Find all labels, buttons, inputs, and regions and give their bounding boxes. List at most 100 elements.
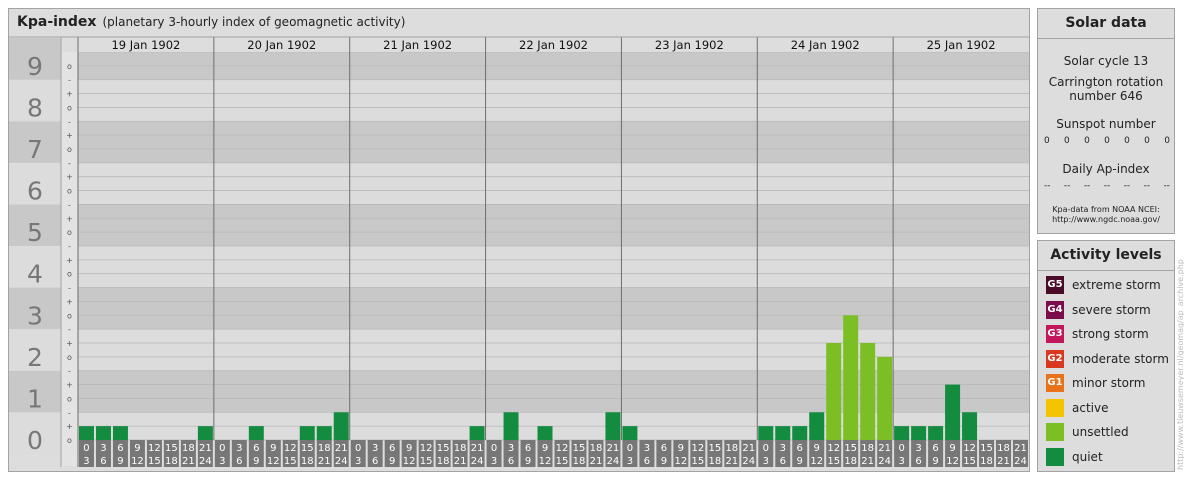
activity-level-label: unsettled: [1072, 425, 1129, 439]
hour-end-label: 21: [861, 456, 874, 467]
activity-level-row: G2 moderate storm: [1046, 349, 1169, 368]
level-band: [78, 121, 1029, 163]
hour-end-label: 18: [844, 456, 857, 467]
minor-tick-label: -: [68, 367, 71, 376]
minor-tick-label: +: [66, 297, 73, 306]
hour-start-label: 9: [542, 443, 548, 454]
hour-end-label: 12: [267, 456, 280, 467]
y-tick-label: 7: [27, 135, 43, 164]
sunspot-value: 0: [1124, 136, 1130, 146]
hour-start-label: 18: [997, 443, 1010, 454]
y-tick-label: 8: [27, 93, 43, 122]
minor-tick-label: -: [68, 325, 71, 334]
kpa-bar-chart: 0123456789o+-o+-o+-o+-o+-o+-o+-o+-o+-o19…: [9, 36, 1029, 467]
activity-level-swatch: [1046, 398, 1064, 417]
minor-tick-label: o: [67, 228, 72, 237]
hour-start-label: 15: [844, 443, 857, 454]
level-band: [78, 162, 1029, 205]
hour-end-label: 21: [997, 456, 1010, 467]
activity-levels-title: Activity levels: [1038, 241, 1174, 271]
hour-end-label: 21: [318, 456, 331, 467]
kp-bar: [911, 426, 927, 440]
minor-tick-label: o: [67, 353, 72, 362]
activity-level-row: G3 strong storm: [1046, 325, 1149, 343]
minor-tick-label: -: [68, 76, 71, 85]
activity-level-row: G5 extreme storm: [1046, 276, 1161, 294]
hour-start-label: 18: [590, 443, 603, 454]
level-band: [78, 245, 1029, 288]
minor-tick-label: o: [67, 311, 72, 320]
hour-start-label: 21: [878, 443, 891, 454]
hour-end-label: 18: [301, 456, 314, 467]
sunspot-value: 0: [1064, 136, 1070, 146]
activity-level-swatch: [1046, 423, 1064, 441]
activity-level-label: severe storm: [1072, 302, 1151, 317]
minor-tick-label: +: [66, 381, 73, 390]
kp-bar: [809, 412, 825, 440]
kp-bar: [962, 412, 978, 440]
hour-end-label: 24: [199, 456, 212, 467]
hour-start-label: 0: [627, 443, 633, 454]
hour-end-label: 15: [148, 456, 161, 467]
hour-end-label: 18: [980, 456, 993, 467]
hour-start-label: 15: [437, 443, 450, 454]
activity-level-swatch: G2: [1046, 349, 1064, 368]
hour-end-label: 18: [165, 456, 178, 467]
day-label: 25 Jan 1902: [927, 38, 996, 52]
hour-end-label: 18: [437, 456, 450, 467]
hour-start-label: 3: [100, 443, 106, 454]
hour-start-label: 3: [780, 443, 786, 454]
source-watermark: http://www.tieuwsemeyer.nl/geomag/ap_arc…: [1176, 259, 1184, 470]
hour-end-label: 24: [335, 456, 348, 467]
credit-link[interactable]: http://www.ngdc.noaa.gov/: [1038, 215, 1174, 225]
kp-bar: [945, 384, 961, 440]
hour-start-label: 15: [165, 443, 178, 454]
hour-end-label: 18: [708, 456, 721, 467]
kp-bar: [469, 426, 485, 440]
hour-start-label: 0: [219, 443, 225, 454]
hour-end-label: 12: [539, 456, 552, 467]
hour-start-label: 12: [827, 443, 840, 454]
hour-start-label: 21: [1014, 443, 1027, 454]
minor-tick-label: -: [68, 200, 71, 209]
kp-bar: [860, 343, 876, 440]
hour-end-label: 3: [83, 456, 89, 467]
solar-data-panel: Solar data Solar cycle 13 Carrington rot…: [1037, 8, 1175, 234]
hour-start-label: 15: [301, 443, 314, 454]
hour-start-label: 0: [898, 443, 904, 454]
hour-start-label: 21: [742, 443, 755, 454]
ap-title: Daily Ap-index: [1062, 162, 1150, 176]
hour-start-label: 15: [573, 443, 586, 454]
y-tick-label: 9: [27, 52, 43, 81]
hour-start-label: 9: [406, 443, 412, 454]
hour-end-label: 15: [420, 456, 433, 467]
hour-start-label: 18: [725, 443, 738, 454]
activity-level-row: quiet: [1046, 447, 1103, 466]
hour-start-label: 15: [708, 443, 721, 454]
hour-end-label: 21: [590, 456, 603, 467]
minor-tick-label: +: [66, 256, 73, 265]
hour-end-label: 24: [1014, 456, 1027, 467]
hour-end-label: 3: [491, 456, 497, 467]
activity-levels-panel: Activity levels G5 extreme storm G4 severe …: [1037, 240, 1175, 472]
ap-value: --: [1044, 181, 1051, 191]
credit-line-1: Kpa-data from NOAA NCEI:: [1052, 205, 1160, 214]
hour-end-label: 15: [556, 456, 569, 467]
kp-bar: [316, 426, 332, 440]
ap-value: --: [1063, 181, 1071, 191]
level-band: [78, 204, 1029, 246]
hour-end-label: 15: [827, 456, 840, 467]
hour-end-label: 9: [525, 456, 531, 467]
kp-bar: [894, 426, 910, 440]
y-tick-label: 3: [27, 301, 43, 330]
hour-start-label: 12: [556, 443, 569, 454]
hour-end-label: 24: [742, 456, 755, 467]
sunspot-value: 0: [1104, 136, 1110, 146]
activity-level-row: G4 severe storm: [1046, 300, 1151, 319]
kp-bar: [248, 426, 264, 440]
hour-start-label: 15: [980, 443, 993, 454]
hour-end-label: 6: [915, 456, 921, 467]
minor-tick-label: +: [66, 422, 73, 431]
level-band: [78, 79, 1029, 122]
kp-bar: [792, 426, 808, 440]
